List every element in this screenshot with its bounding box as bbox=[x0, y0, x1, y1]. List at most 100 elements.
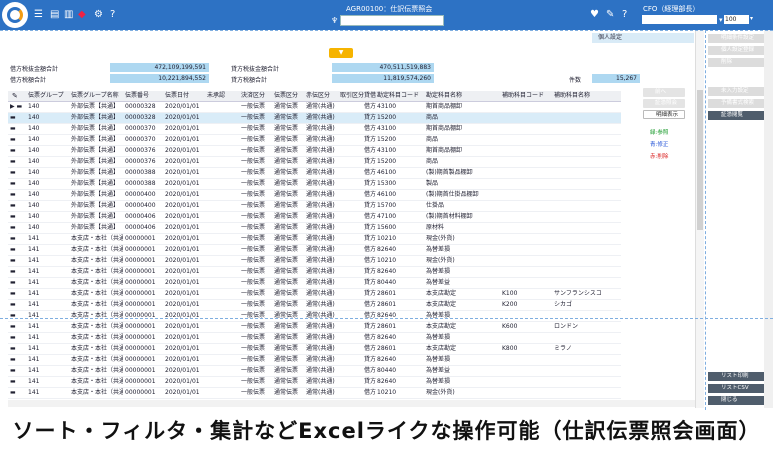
col-header[interactable]: 決済区分 bbox=[241, 91, 265, 101]
col-header[interactable]: 伝票グループ bbox=[28, 91, 64, 101]
table-row[interactable]: ▬ 140 外部伝票【共通】 00000370 2020/01/01 一般伝票 通常伝票 通常… bbox=[8, 135, 621, 146]
app-logo[interactable] bbox=[2, 2, 28, 28]
voucher-history-button[interactable]: 証憑照会 bbox=[643, 99, 685, 108]
row-note-icon[interactable]: ▬ bbox=[10, 333, 16, 343]
table-row[interactable]: ▬ 140 外部伝票【共通】 00000376 2020/01/01 一般伝票 通常伝票 通常… bbox=[8, 157, 621, 168]
list-print-button[interactable]: リスト印刷 bbox=[708, 372, 764, 381]
list-csv-button[interactable]: リストCSV bbox=[708, 384, 764, 393]
delete-button[interactable]: 削除 bbox=[708, 58, 764, 67]
chevron-down-icon[interactable]: ▾ bbox=[719, 14, 723, 26]
table-row[interactable]: ▬ 141 本支店・本社（共通）00000001 2020/01/01 一般伝票 通常伝票… bbox=[8, 355, 621, 366]
col-header[interactable]: 伝票日付 bbox=[165, 91, 189, 101]
col-header[interactable]: 勘定科目コード bbox=[377, 91, 419, 101]
table-row[interactable]: ▬ 141 本支店・本社（共通）00000001 2020/01/01 一般伝票 通常伝票… bbox=[8, 267, 621, 278]
row-note-icon[interactable]: ▬ bbox=[10, 135, 16, 145]
row-note-icon[interactable]: ▬ bbox=[10, 300, 16, 310]
zoom-chevron-icon[interactable]: ▾ bbox=[750, 15, 753, 22]
help-icon[interactable]: ? bbox=[110, 9, 115, 21]
table-row[interactable]: ▬ 141 本支店・本社（共通）00000001 2020/01/01 一般伝票 通常伝票… bbox=[8, 366, 621, 377]
row-note-icon[interactable]: ▬ bbox=[10, 289, 16, 299]
close-button[interactable]: 閉じる bbox=[708, 396, 764, 405]
table-row[interactable]: ▬ 141 本支店・本社（共通）00000001 2020/01/01 一般伝票 通常伝票… bbox=[8, 300, 621, 311]
collapse-button[interactable]: ▼ bbox=[329, 48, 353, 58]
row-note-icon[interactable]: ▶ ▬ bbox=[10, 102, 22, 112]
detail-display-button[interactable]: 明細表示 bbox=[643, 110, 685, 119]
col-header[interactable]: 伝票グループ名称 bbox=[71, 91, 119, 101]
row-note-icon[interactable]: ▬ bbox=[10, 311, 16, 321]
row-note-icon[interactable]: ▬ bbox=[10, 190, 16, 200]
row-note-icon[interactable]: ▬ bbox=[10, 245, 16, 255]
table-row[interactable]: ▶ ▬ 140 外部伝票【共通】 00000328 2020/01/01 一般伝票 通常伝票… bbox=[8, 102, 621, 113]
save-personal-settings-button[interactable]: 個人設定登録 bbox=[708, 46, 764, 55]
grid-horizontal-scrollbar[interactable] bbox=[8, 400, 695, 407]
table-row[interactable]: ▬ 140 外部伝票【共通】 00000370 2020/01/01 一般伝票 通常伝票 通常… bbox=[8, 124, 621, 135]
row-note-icon[interactable]: ▬ bbox=[10, 201, 16, 211]
prev-button[interactable]: 前へ bbox=[643, 88, 685, 97]
row-note-icon[interactable]: ▬ bbox=[10, 377, 16, 387]
detail-condition-button[interactable]: 明細条件設定 bbox=[708, 34, 764, 43]
table-row[interactable]: ▬ 140 外部伝票【共通】 00000406 2020/01/01 一般伝票 通常伝票 通常… bbox=[8, 223, 621, 234]
unentered-setting-button[interactable]: 未入力設定 bbox=[708, 87, 764, 96]
table-row[interactable]: ▬ 141 本支店・本社（共通）00000001 2020/01/01 一般伝票 通常伝票… bbox=[8, 333, 621, 344]
personal-settings-tab[interactable]: 個人設定 bbox=[592, 33, 694, 43]
row-note-icon[interactable]: ▬ bbox=[10, 267, 16, 277]
col-header[interactable]: 補助科目名称 bbox=[554, 91, 590, 101]
col-header[interactable]: 貸借 bbox=[364, 91, 376, 101]
col-header[interactable]: 伝票区分 bbox=[274, 91, 298, 101]
favorite-heart-icon[interactable]: ♥ bbox=[590, 9, 599, 21]
row-note-icon[interactable]: ▬ bbox=[10, 146, 16, 156]
table-row[interactable]: ▬ 141 本支店・本社（共通）00000001 2020/01/01 一般伝票 通常伝票… bbox=[8, 234, 621, 245]
table-row[interactable]: ▬ 141 本支店・本社（共通）00000001 2020/01/01 一般伝票 通常伝票… bbox=[8, 256, 621, 267]
row-note-icon[interactable]: ▬ bbox=[10, 223, 16, 233]
table-row[interactable]: ▬ 140 外部伝票【共通】 00000388 2020/01/01 一般伝票 通常伝票 通常… bbox=[8, 168, 621, 179]
help-circle-icon[interactable]: ? bbox=[622, 9, 627, 21]
row-note-icon[interactable]: ▬ bbox=[10, 256, 16, 266]
grid-edit-icon[interactable]: ✎ bbox=[12, 91, 18, 101]
spare-format-search-button[interactable]: 予備書式検索 bbox=[708, 99, 764, 108]
table-row[interactable]: ▬ 141 本支店・本社（共通）00000001 2020/01/01 一般伝票 通常伝票… bbox=[8, 377, 621, 388]
row-note-icon[interactable]: ▬ bbox=[10, 157, 16, 167]
row-note-icon[interactable]: ▬ bbox=[10, 366, 16, 376]
menu-icon[interactable]: ☰ bbox=[34, 9, 43, 21]
row-note-icon[interactable]: ▬ bbox=[10, 179, 16, 189]
row-note-icon[interactable]: ▬ bbox=[10, 113, 16, 123]
table-row[interactable]: ▬ 140 外部伝票【共通】 00000376 2020/01/01 一般伝票 通常伝票 通常… bbox=[8, 146, 621, 157]
col-header[interactable]: 勘定科目名称 bbox=[426, 91, 462, 101]
row-note-icon[interactable]: ▬ bbox=[10, 212, 16, 222]
page-scrollbar[interactable] bbox=[764, 30, 773, 408]
table-row[interactable]: ▬ 140 外部伝票【共通】 00000400 2020/01/01 一般伝票 通常伝票 通常… bbox=[8, 190, 621, 201]
table-row[interactable]: ▬ 140 外部伝票【共通】 00000388 2020/01/01 一般伝票 通常伝票 通常… bbox=[8, 179, 621, 190]
col-header[interactable]: 未承認 bbox=[207, 91, 225, 101]
row-note-icon[interactable]: ▬ bbox=[10, 344, 16, 354]
settings-gear-icon[interactable]: ⚙ bbox=[94, 9, 103, 21]
row-note-icon[interactable]: ▬ bbox=[10, 124, 16, 134]
table-row[interactable]: ▬ 141 本支店・本社（共通）00000001 2020/01/01 一般伝票 通常伝票… bbox=[8, 245, 621, 256]
row-note-icon[interactable]: ▬ bbox=[10, 278, 16, 288]
table-row[interactable]: ▬ 141 本支店・本社（共通）00000001 2020/01/01 一般伝票 通常伝票… bbox=[8, 311, 621, 322]
col-header[interactable]: 赤伝区分 bbox=[306, 91, 330, 101]
apps-icon[interactable]: ◆ bbox=[78, 9, 86, 21]
voucher-view-button[interactable]: 証憑閲覧 bbox=[708, 111, 764, 120]
table-row[interactable]: ▬ 141 本支店・本社（共通）00000001 2020/01/01 一般伝票 通常伝票… bbox=[8, 278, 621, 289]
user-select[interactable] bbox=[642, 15, 717, 24]
col-header[interactable]: 補助科目コード bbox=[502, 91, 544, 101]
row-note-icon[interactable]: ▬ bbox=[10, 322, 16, 332]
table-row[interactable]: ▬ 141 本支店・本社（共通）00000001 2020/01/01 一般伝票 通常伝票… bbox=[8, 344, 621, 355]
screen-search-input[interactable] bbox=[340, 15, 444, 26]
inbox-icon[interactable]: ▥ bbox=[64, 9, 73, 21]
table-row[interactable]: ▬ 140 外部伝票【共通】 00000406 2020/01/01 一般伝票 通常伝票 通常… bbox=[8, 212, 621, 223]
tag-icon[interactable]: ✎ bbox=[606, 9, 614, 21]
table-row[interactable]: ▬ 140 外部伝票【共通】 00000328 2020/01/01 一般伝票 通常伝票 通常… bbox=[8, 113, 621, 124]
grid-vertical-scrollbar[interactable] bbox=[695, 30, 704, 408]
row-note-icon[interactable]: ▬ bbox=[10, 355, 16, 365]
table-row[interactable]: ▬ 141 本支店・本社（共通）00000001 2020/01/01 一般伝票 通常伝票… bbox=[8, 322, 621, 333]
zoom-select[interactable]: 100 bbox=[724, 15, 749, 24]
col-header[interactable]: 取引区分 bbox=[340, 91, 364, 101]
folder-icon[interactable]: ▤ bbox=[50, 9, 59, 21]
binoculars-icon[interactable]: ♆ bbox=[331, 15, 338, 27]
scrollbar-thumb[interactable] bbox=[697, 90, 703, 230]
table-row[interactable]: ▬ 140 外部伝票【共通】 00000400 2020/01/01 一般伝票 通常伝票 通常… bbox=[8, 201, 621, 212]
table-row[interactable]: ▬ 141 本支店・本社（共通）00000001 2020/01/01 一般伝票 通常伝票… bbox=[8, 388, 621, 399]
row-note-icon[interactable]: ▬ bbox=[10, 168, 16, 178]
col-header[interactable]: 伝票番号 bbox=[125, 91, 149, 101]
